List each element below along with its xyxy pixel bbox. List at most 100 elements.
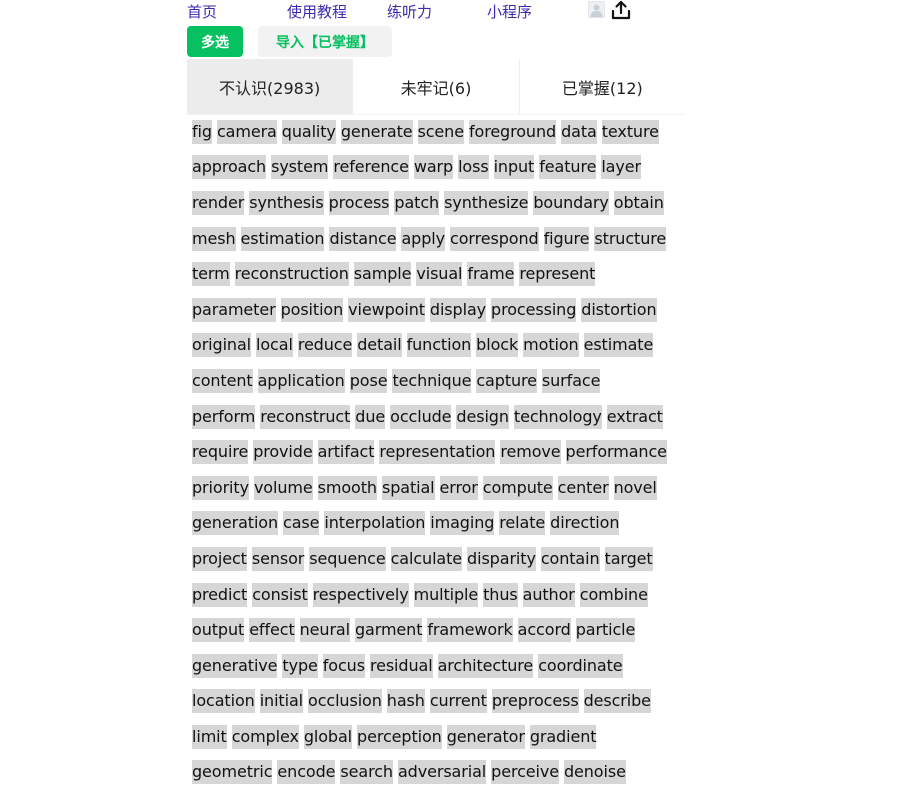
word-chip[interactable]: structure [594, 226, 666, 251]
word-chip[interactable]: visual [416, 262, 463, 287]
word-chip[interactable]: project [192, 546, 247, 571]
word-chip[interactable]: occlusion [308, 689, 382, 714]
word-chip[interactable]: distance [329, 226, 397, 251]
word-chip[interactable]: initial [259, 689, 303, 714]
word-chip[interactable]: system [271, 155, 328, 180]
word-chip[interactable]: capture [476, 368, 537, 393]
word-chip[interactable]: application [257, 368, 345, 393]
word-chip[interactable]: denoise [563, 760, 626, 785]
word-chip[interactable]: feature [539, 155, 596, 180]
word-chip[interactable]: texture [601, 119, 659, 144]
word-chip[interactable]: sequence [309, 546, 386, 571]
word-chip[interactable]: perception [357, 724, 442, 749]
word-chip[interactable]: interpolation [324, 511, 425, 536]
word-chip[interactable]: current [429, 689, 487, 714]
avatar-icon[interactable] [588, 1, 605, 18]
word-chip[interactable]: distortion [581, 297, 657, 322]
word-chip[interactable]: preprocess [491, 689, 579, 714]
tab-not-memorized[interactable]: 未牢记(6) [353, 59, 520, 114]
word-chip[interactable]: contain [540, 546, 600, 571]
word-chip[interactable]: novel [613, 475, 657, 500]
word-chip[interactable]: coordinate [538, 653, 623, 678]
word-chip[interactable]: respectively [312, 582, 409, 607]
word-chip[interactable]: direction [550, 511, 619, 536]
word-chip[interactable]: local [256, 333, 293, 358]
word-chip[interactable]: generative [192, 653, 278, 678]
word-chip[interactable]: technique [392, 368, 471, 393]
word-chip[interactable]: location [192, 689, 255, 714]
word-chip[interactable]: approach [192, 155, 266, 180]
word-chip[interactable]: reconstruction [234, 262, 349, 287]
word-chip[interactable]: combine [579, 582, 648, 607]
word-chip[interactable]: global [303, 724, 352, 749]
word-chip[interactable]: apply [401, 226, 445, 251]
word-chip[interactable]: loss [458, 155, 489, 180]
word-chip[interactable]: estimate [583, 333, 653, 358]
word-chip[interactable]: process [328, 190, 390, 215]
word-chip[interactable]: imaging [430, 511, 494, 536]
word-chip[interactable]: framework [427, 618, 513, 643]
word-chip[interactable]: render [192, 190, 244, 215]
word-chip[interactable]: provide [253, 440, 313, 465]
word-chip[interactable]: data [561, 119, 597, 144]
word-chip[interactable]: extract [606, 404, 663, 429]
word-chip[interactable]: generation [192, 511, 278, 536]
word-chip[interactable]: center [557, 475, 609, 500]
word-chip[interactable]: synthesize [444, 190, 528, 215]
word-chip[interactable]: adversarial [397, 760, 486, 785]
word-chip[interactable]: neural [299, 618, 350, 643]
word-chip[interactable]: represent [519, 262, 595, 287]
word-chip[interactable]: predict [192, 582, 247, 607]
multi-select-button[interactable]: 多选 [187, 26, 243, 57]
word-chip[interactable]: obtain [613, 190, 664, 215]
word-chip[interactable]: design [456, 404, 509, 429]
word-chip[interactable]: reference [333, 155, 409, 180]
nav-home-link[interactable]: 首页 [187, 2, 217, 22]
word-chip[interactable]: reduce [297, 333, 352, 358]
word-chip[interactable]: quality [281, 119, 336, 144]
word-chip[interactable]: garment [354, 618, 422, 643]
word-chip[interactable]: reconstruct [260, 404, 350, 429]
word-chip[interactable]: geometric [192, 760, 273, 785]
word-chip[interactable]: due [355, 404, 385, 429]
word-chip[interactable]: mesh [192, 226, 236, 251]
word-chip[interactable]: frame [467, 262, 514, 287]
word-chip[interactable]: effect [249, 618, 295, 643]
import-mastered-button[interactable]: 导入【已掌握】 [258, 26, 392, 57]
word-chip[interactable]: complex [231, 724, 299, 749]
word-chip[interactable]: fig [192, 119, 212, 144]
word-chip[interactable]: boundary [533, 190, 609, 215]
word-chip[interactable]: synthesis [249, 190, 324, 215]
word-chip[interactable]: performance [565, 440, 667, 465]
word-chip[interactable]: display [429, 297, 486, 322]
word-chip[interactable]: hash [386, 689, 425, 714]
word-chip[interactable]: pose [349, 368, 388, 393]
word-chip[interactable]: surface [541, 368, 600, 393]
word-chip[interactable]: limit [192, 724, 227, 749]
word-chip[interactable]: perform [192, 404, 255, 429]
word-chip[interactable]: volume [253, 475, 313, 500]
word-chip[interactable]: representation [379, 440, 495, 465]
word-chip[interactable]: position [280, 297, 343, 322]
word-chip[interactable]: author [522, 582, 575, 607]
word-chip[interactable]: warp [413, 155, 453, 180]
word-chip[interactable]: scene [417, 119, 464, 144]
word-chip[interactable]: describe [583, 689, 651, 714]
word-chip[interactable]: foreground [468, 119, 556, 144]
tab-mastered[interactable]: 已掌握(12) [520, 59, 685, 114]
word-chip[interactable]: error [439, 475, 478, 500]
word-chip[interactable]: estimation [240, 226, 325, 251]
upload-icon[interactable] [610, 0, 632, 20]
word-chip[interactable]: generator [446, 724, 525, 749]
word-chip[interactable]: generate [340, 119, 413, 144]
word-chip[interactable]: relate [499, 511, 545, 536]
nav-listening-link[interactable]: 练听力 [387, 2, 432, 22]
word-chip[interactable]: processing [491, 297, 576, 322]
word-chip[interactable]: multiple [413, 582, 478, 607]
word-chip[interactable]: original [192, 333, 251, 358]
word-chip[interactable]: smooth [317, 475, 377, 500]
word-chip[interactable]: motion [523, 333, 579, 358]
word-chip[interactable]: thus [483, 582, 518, 607]
word-chip[interactable]: layer [601, 155, 641, 180]
word-chip[interactable]: priority [192, 475, 249, 500]
